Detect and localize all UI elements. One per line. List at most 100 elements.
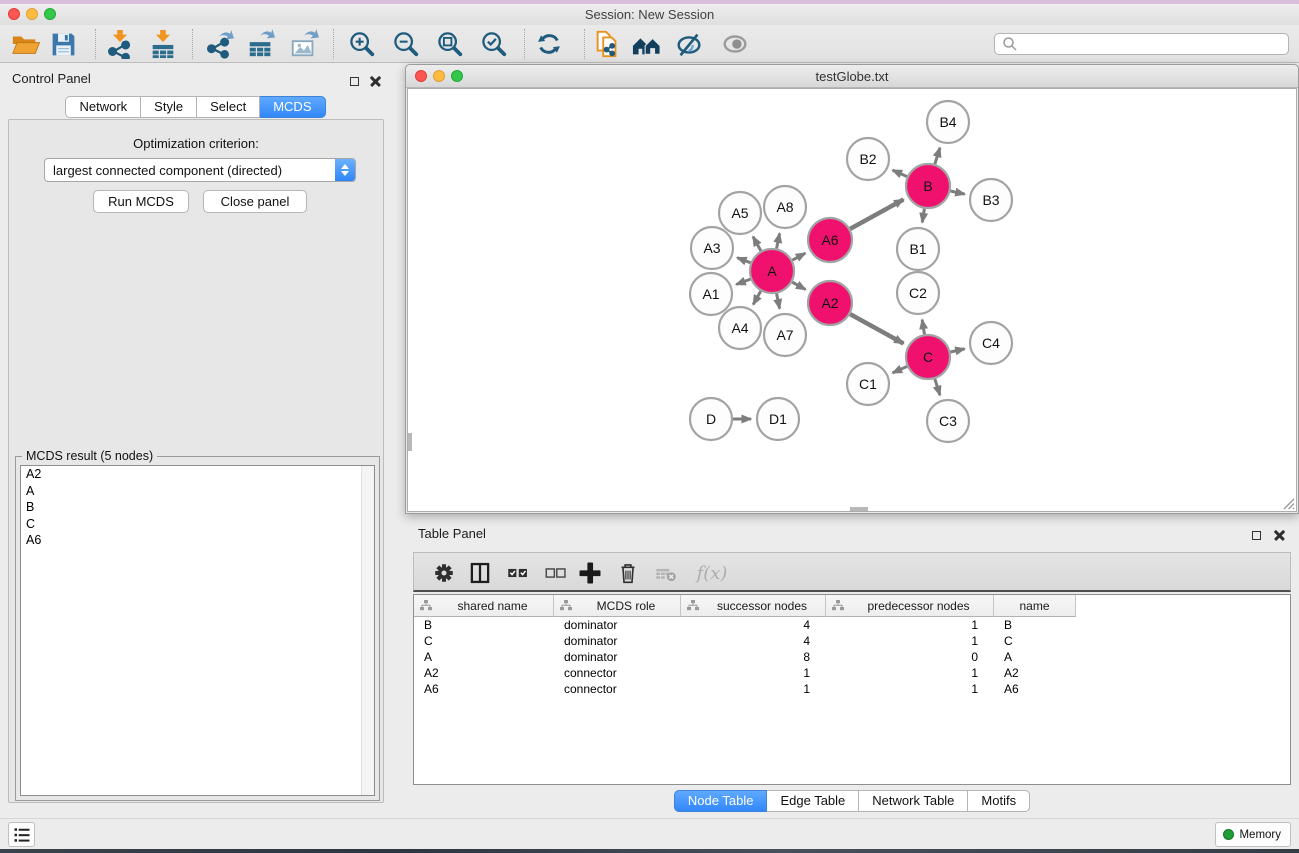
- node-B4[interactable]: B4: [927, 101, 969, 143]
- column-header-name[interactable]: name: [994, 595, 1076, 617]
- refresh-button[interactable]: [532, 28, 566, 60]
- table-tab-edge-table[interactable]: Edge Table: [767, 790, 859, 812]
- delete-column-button[interactable]: [612, 557, 644, 589]
- node-C2[interactable]: C2: [897, 272, 939, 314]
- column-header-shared-name[interactable]: shared name: [414, 595, 554, 617]
- import-table-button[interactable]: [146, 28, 180, 60]
- node-A2[interactable]: A2: [808, 281, 852, 325]
- horizontal-scroll-thumb[interactable]: [850, 507, 868, 511]
- export-network-button[interactable]: [202, 28, 236, 60]
- show-column-button[interactable]: [464, 557, 496, 589]
- resize-grip-icon[interactable]: [1281, 496, 1295, 510]
- column-header-MCDS-role[interactable]: MCDS role: [554, 595, 681, 617]
- create-column-button[interactable]: [574, 557, 606, 589]
- node-C3[interactable]: C3: [927, 400, 969, 442]
- node-C1[interactable]: C1: [847, 363, 889, 405]
- zoom-in-button[interactable]: [345, 28, 379, 60]
- table-row[interactable]: A6connector11A6: [414, 681, 1290, 697]
- node-A6[interactable]: A6: [808, 218, 852, 262]
- zoom-fit-button[interactable]: [433, 28, 467, 60]
- tab-select[interactable]: Select: [197, 96, 260, 118]
- search-input[interactable]: [1022, 37, 1288, 51]
- tab-style[interactable]: Style: [141, 96, 197, 118]
- task-history-button[interactable]: [8, 822, 35, 847]
- tab-network[interactable]: Network: [65, 96, 141, 118]
- edge-A-A2[interactable]: [792, 282, 805, 289]
- tab-mcds[interactable]: MCDS: [260, 96, 325, 118]
- table-row[interactable]: Cdominator41C: [414, 633, 1290, 649]
- edge-A-A5[interactable]: [753, 237, 761, 251]
- function-builder-button[interactable]: f(x): [690, 557, 734, 589]
- table-tab-motifs[interactable]: Motifs: [968, 790, 1030, 812]
- delete-table-button[interactable]: [650, 557, 682, 589]
- export-table-button[interactable]: [244, 28, 278, 60]
- table-tab-network-table[interactable]: Network Table: [859, 790, 968, 812]
- result-item[interactable]: A6: [21, 532, 374, 549]
- result-item[interactable]: B: [21, 499, 374, 516]
- table-tab-node-table[interactable]: Node Table: [674, 790, 768, 812]
- close-panel-icon[interactable]: [370, 73, 381, 84]
- edge-A-A3[interactable]: [737, 258, 750, 263]
- table-row[interactable]: A2connector11A2: [414, 665, 1290, 681]
- criterion-dropdown[interactable]: largest connected component (directed): [44, 158, 356, 182]
- node-A4[interactable]: A4: [719, 307, 761, 349]
- float-panel-icon[interactable]: [350, 73, 361, 84]
- memory-button[interactable]: Memory: [1215, 822, 1291, 847]
- edge-A-A1[interactable]: [736, 279, 750, 284]
- edge-A-A4[interactable]: [753, 291, 761, 304]
- table-row[interactable]: Bdominator41B: [414, 617, 1290, 633]
- column-header-successor-nodes[interactable]: successor nodes: [681, 595, 826, 617]
- result-item[interactable]: A: [21, 483, 374, 500]
- column-header-predecessor-nodes[interactable]: predecessor nodes: [826, 595, 994, 617]
- hide-panel-button[interactable]: [718, 28, 752, 60]
- edge-A-A6[interactable]: [792, 253, 805, 260]
- node-A[interactable]: A: [750, 249, 794, 293]
- edge-B-B4[interactable]: [935, 148, 940, 164]
- edge-A-A7[interactable]: [777, 294, 780, 309]
- edge-A-A8[interactable]: [777, 233, 780, 248]
- search-field[interactable]: [994, 33, 1289, 55]
- node-A8[interactable]: A8: [764, 186, 806, 228]
- close-panel-button[interactable]: Close panel: [203, 190, 307, 213]
- edge-B-B2[interactable]: [893, 170, 907, 176]
- vertical-scroll-thumb[interactable]: [408, 433, 412, 451]
- result-item[interactable]: C: [21, 516, 374, 533]
- show-hide-style-button[interactable]: [672, 28, 706, 60]
- table-settings-button[interactable]: [428, 557, 460, 589]
- unselect-all-columns-button[interactable]: [540, 557, 572, 589]
- edge-A6-B[interactable]: [850, 200, 903, 229]
- edge-B-B1[interactable]: [922, 209, 924, 223]
- zoom-selected-button[interactable]: [477, 28, 511, 60]
- open-session-button[interactable]: [8, 28, 42, 60]
- node-A5[interactable]: A5: [719, 192, 761, 234]
- run-mcds-button[interactable]: Run MCDS: [93, 190, 189, 213]
- node-B1[interactable]: B1: [897, 228, 939, 270]
- result-scrollbar[interactable]: [361, 466, 374, 795]
- export-image-button[interactable]: [287, 28, 321, 60]
- edge-C-C1[interactable]: [893, 366, 907, 372]
- node-A7[interactable]: A7: [764, 314, 806, 356]
- select-all-columns-button[interactable]: [502, 557, 534, 589]
- network-overview-button[interactable]: [630, 28, 664, 60]
- node-D1[interactable]: D1: [757, 398, 799, 440]
- zoom-out-button[interactable]: [389, 28, 423, 60]
- edge-C-C4[interactable]: [950, 349, 964, 352]
- float-table-panel-icon[interactable]: [1252, 527, 1263, 538]
- copy-style-button[interactable]: [590, 28, 624, 60]
- node-A1[interactable]: A1: [690, 273, 732, 315]
- node-C4[interactable]: C4: [970, 322, 1012, 364]
- close-table-panel-icon[interactable]: [1274, 527, 1285, 538]
- import-network-button[interactable]: [103, 28, 137, 60]
- node-C[interactable]: C: [906, 335, 950, 379]
- edge-A2-C[interactable]: [850, 314, 903, 343]
- edge-C-C3[interactable]: [935, 379, 940, 395]
- node-B3[interactable]: B3: [970, 179, 1012, 221]
- result-item[interactable]: A2: [21, 466, 374, 483]
- network-window-titlebar[interactable]: testGlobe.txt: [406, 65, 1298, 88]
- node-B[interactable]: B: [906, 164, 950, 208]
- save-session-button[interactable]: [46, 28, 80, 60]
- edge-C-C2[interactable]: [922, 320, 924, 335]
- table-row[interactable]: Adominator80A: [414, 649, 1290, 665]
- node-B2[interactable]: B2: [847, 138, 889, 180]
- network-canvas[interactable]: B4B2BB3A5A8A6B1A3AA1C2A2A4A7C4CC1DD1C3: [407, 88, 1297, 512]
